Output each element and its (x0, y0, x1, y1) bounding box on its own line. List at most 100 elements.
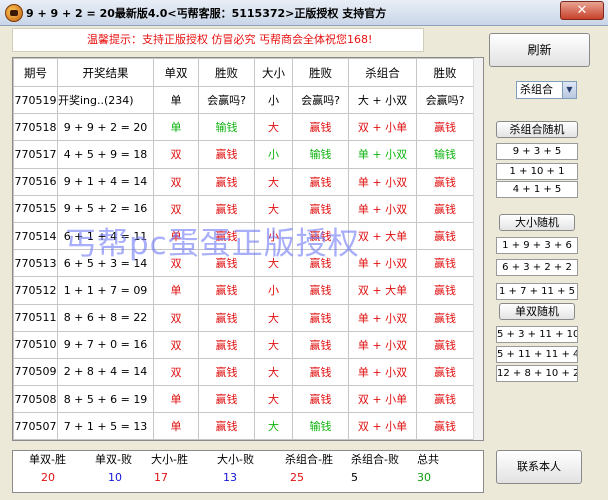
col-header-big-small-win[interactable]: 胜败 (292, 58, 349, 87)
kill-random-item[interactable]: 4 + 1 + 5 (496, 181, 578, 198)
odd-even-win-cell: 赢钱 (198, 167, 255, 196)
kill-combo-cell: 双 + 大单 (348, 276, 417, 305)
table-row[interactable]: 770508 8 + 5 + 6 = 19 单赢钱大赢钱双 + 小单 赢钱 (13, 385, 474, 414)
col-header-odd-even-win[interactable]: 胜败 (198, 58, 255, 87)
oddeven-random-item[interactable]: 12 + 8 + 10 + 2 (496, 365, 578, 382)
big-small-cell: 小 (254, 140, 293, 169)
stat-value: 5 (351, 471, 358, 484)
big-small-win-cell: 赢钱 (292, 113, 349, 142)
col-header-kill-combo-win[interactable]: 胜败 (416, 58, 474, 87)
col-header-odd-even[interactable]: 单双 (153, 58, 199, 87)
kill-combo-win-cell: 赢钱 (416, 249, 474, 278)
period-cell: 770517 (13, 140, 58, 169)
kill-combo-cell: 双 + 大单 (348, 221, 417, 251)
grid-scrollbar[interactable] (473, 58, 483, 440)
result-cell: 4 + 5 + 9 = 18 (57, 140, 154, 169)
table-row[interactable]: 770517 4 + 5 + 9 = 18 双赢钱小输钱单 + 小双 输钱 (13, 140, 474, 169)
kill-combo-cell: 单 + 小双 (348, 194, 417, 223)
kill-combo-win-cell: 赢钱 (416, 330, 474, 359)
oddeven-random-button[interactable]: 单双随机 (499, 303, 575, 320)
kill-combo-cell: 单 + 小双 (348, 357, 417, 387)
result-cell: 9 + 5 + 2 = 16 (57, 194, 154, 223)
big-small-cell: 小 (254, 221, 293, 251)
result-cell: 1 + 1 + 7 = 09 (57, 276, 154, 305)
table-row[interactable]: 770514 6 + 1 + 4 = 11 单赢钱小赢钱双 + 大单 赢钱 (13, 221, 474, 251)
period-cell: 770515 (13, 194, 58, 223)
big-small-cell: 大 (254, 194, 293, 223)
big-small-win-cell: 会赢吗? (292, 85, 349, 115)
pending-row[interactable]: 770519 开奖ing..(234) 单 会赢吗? 小 会赢吗? 大 + 小双… (13, 85, 474, 115)
results-table: 期号 开奖结果 单双 胜败 大小 胜败 杀组合 胜败 770519 开奖ing.… (13, 58, 474, 440)
oddeven-random-item[interactable]: 5 + 3 + 11 + 10 (496, 326, 578, 343)
odd-even-cell: 双 (153, 357, 199, 387)
mode-select[interactable]: 杀组合 ▼ (516, 81, 577, 99)
bigsmall-random-item[interactable]: 6 + 3 + 2 + 2 (496, 259, 578, 276)
big-small-win-cell: 赢钱 (292, 276, 349, 305)
bigsmall-random-button[interactable]: 大小随机 (499, 214, 575, 231)
kill-random-item[interactable]: 9 + 3 + 5 (496, 143, 578, 160)
kill-random-button[interactable]: 杀组合随机 (496, 121, 578, 138)
odd-even-win-cell: 赢钱 (198, 194, 255, 223)
chevron-down-icon[interactable]: ▼ (562, 82, 576, 98)
odd-even-cell: 单 (153, 276, 199, 305)
odd-even-win-cell: 赢钱 (198, 357, 255, 387)
odd-even-cell: 双 (153, 140, 199, 169)
table-row[interactable]: 770509 2 + 8 + 4 = 14 双赢钱大赢钱单 + 小双 赢钱 (13, 357, 474, 387)
stat-value: 17 (154, 471, 168, 484)
result-cell: 7 + 1 + 5 = 13 (57, 412, 154, 440)
big-small-win-cell: 赢钱 (292, 167, 349, 196)
stat-value: 10 (108, 471, 122, 484)
stat-label: 总共 (417, 453, 439, 466)
stat-value: 25 (290, 471, 304, 484)
big-small-cell: 大 (254, 113, 293, 142)
odd-even-cell: 单 (153, 385, 199, 414)
period-cell: 770519 (13, 85, 58, 115)
odd-even-cell: 双 (153, 249, 199, 278)
period-cell: 770510 (13, 330, 58, 359)
kill-combo-win-cell: 赢钱 (416, 276, 474, 305)
table-row[interactable]: 770518 9 + 9 + 2 = 20 单输钱大赢钱双 + 小单 赢钱 (13, 113, 474, 142)
kill-random-item[interactable]: 1 + 10 + 1 (496, 163, 578, 180)
big-small-cell: 大 (254, 303, 293, 332)
odd-even-cell: 双 (153, 194, 199, 223)
stat-label: 单双-败 (95, 453, 132, 466)
result-cell: 9 + 1 + 4 = 14 (57, 167, 154, 196)
odd-even-cell: 单 (153, 412, 199, 440)
bigsmall-random-item[interactable]: 1 + 7 + 11 + 5 (496, 283, 578, 300)
kill-combo-win-cell: 赢钱 (416, 303, 474, 332)
period-cell: 770516 (13, 167, 58, 196)
kill-combo-win-cell: 输钱 (416, 140, 474, 169)
result-cell: 6 + 1 + 4 = 11 (57, 221, 154, 251)
table-row[interactable]: 770512 1 + 1 + 7 = 09 单赢钱小赢钱双 + 大单 赢钱 (13, 276, 474, 305)
table-row[interactable]: 770516 9 + 1 + 4 = 14 双赢钱大赢钱单 + 小双 赢钱 (13, 167, 474, 196)
col-header-kill-combo[interactable]: 杀组合 (348, 58, 417, 87)
table-row[interactable]: 770507 7 + 1 + 5 = 13 单赢钱大输钱双 + 小单 赢钱 (13, 412, 474, 440)
results-grid: 期号 开奖结果 单双 胜败 大小 胜败 杀组合 胜败 770519 开奖ing.… (12, 57, 484, 441)
notice-bar: 温馨提示：支持正版授权 仿冒必究 丐帮商会全体祝您168! (12, 28, 424, 52)
bigsmall-random-item[interactable]: 1 + 9 + 3 + 6 (496, 237, 578, 254)
col-header-result[interactable]: 开奖结果 (57, 58, 154, 87)
stat-value: 13 (223, 471, 237, 484)
table-row[interactable]: 770510 9 + 7 + 0 = 16 双赢钱大赢钱单 + 小双 赢钱 (13, 330, 474, 359)
kill-combo-win-cell: 赢钱 (416, 385, 474, 414)
table-row[interactable]: 770513 6 + 5 + 3 = 14 双赢钱大赢钱单 + 小双 赢钱 (13, 249, 474, 278)
result-cell: 8 + 5 + 6 = 19 (57, 385, 154, 414)
big-small-cell: 小 (254, 276, 293, 305)
period-cell: 770513 (13, 249, 58, 278)
close-button[interactable]: ✕ (560, 1, 604, 20)
refresh-button[interactable]: 刷新 (489, 33, 590, 67)
kill-combo-win-cell: 赢钱 (416, 167, 474, 196)
big-small-win-cell: 赢钱 (292, 221, 349, 251)
period-cell: 770514 (13, 221, 58, 251)
mode-select-value: 杀组合 (520, 83, 553, 96)
col-header-period[interactable]: 期号 (13, 58, 58, 87)
table-row[interactable]: 770515 9 + 5 + 2 = 16 双赢钱大赢钱单 + 小双 赢钱 (13, 194, 474, 223)
period-cell: 770507 (13, 412, 58, 440)
col-header-big-small[interactable]: 大小 (254, 58, 293, 87)
kill-combo-cell: 双 + 小单 (348, 412, 417, 440)
table-row[interactable]: 770511 8 + 6 + 8 = 22 双赢钱大赢钱单 + 小双 赢钱 (13, 303, 474, 332)
odd-even-win-cell: 赢钱 (198, 330, 255, 359)
contact-button[interactable]: 联系本人 (496, 450, 582, 484)
odd-even-win-cell: 赢钱 (198, 385, 255, 414)
oddeven-random-item[interactable]: 5 + 11 + 11 + 4 (496, 346, 578, 363)
